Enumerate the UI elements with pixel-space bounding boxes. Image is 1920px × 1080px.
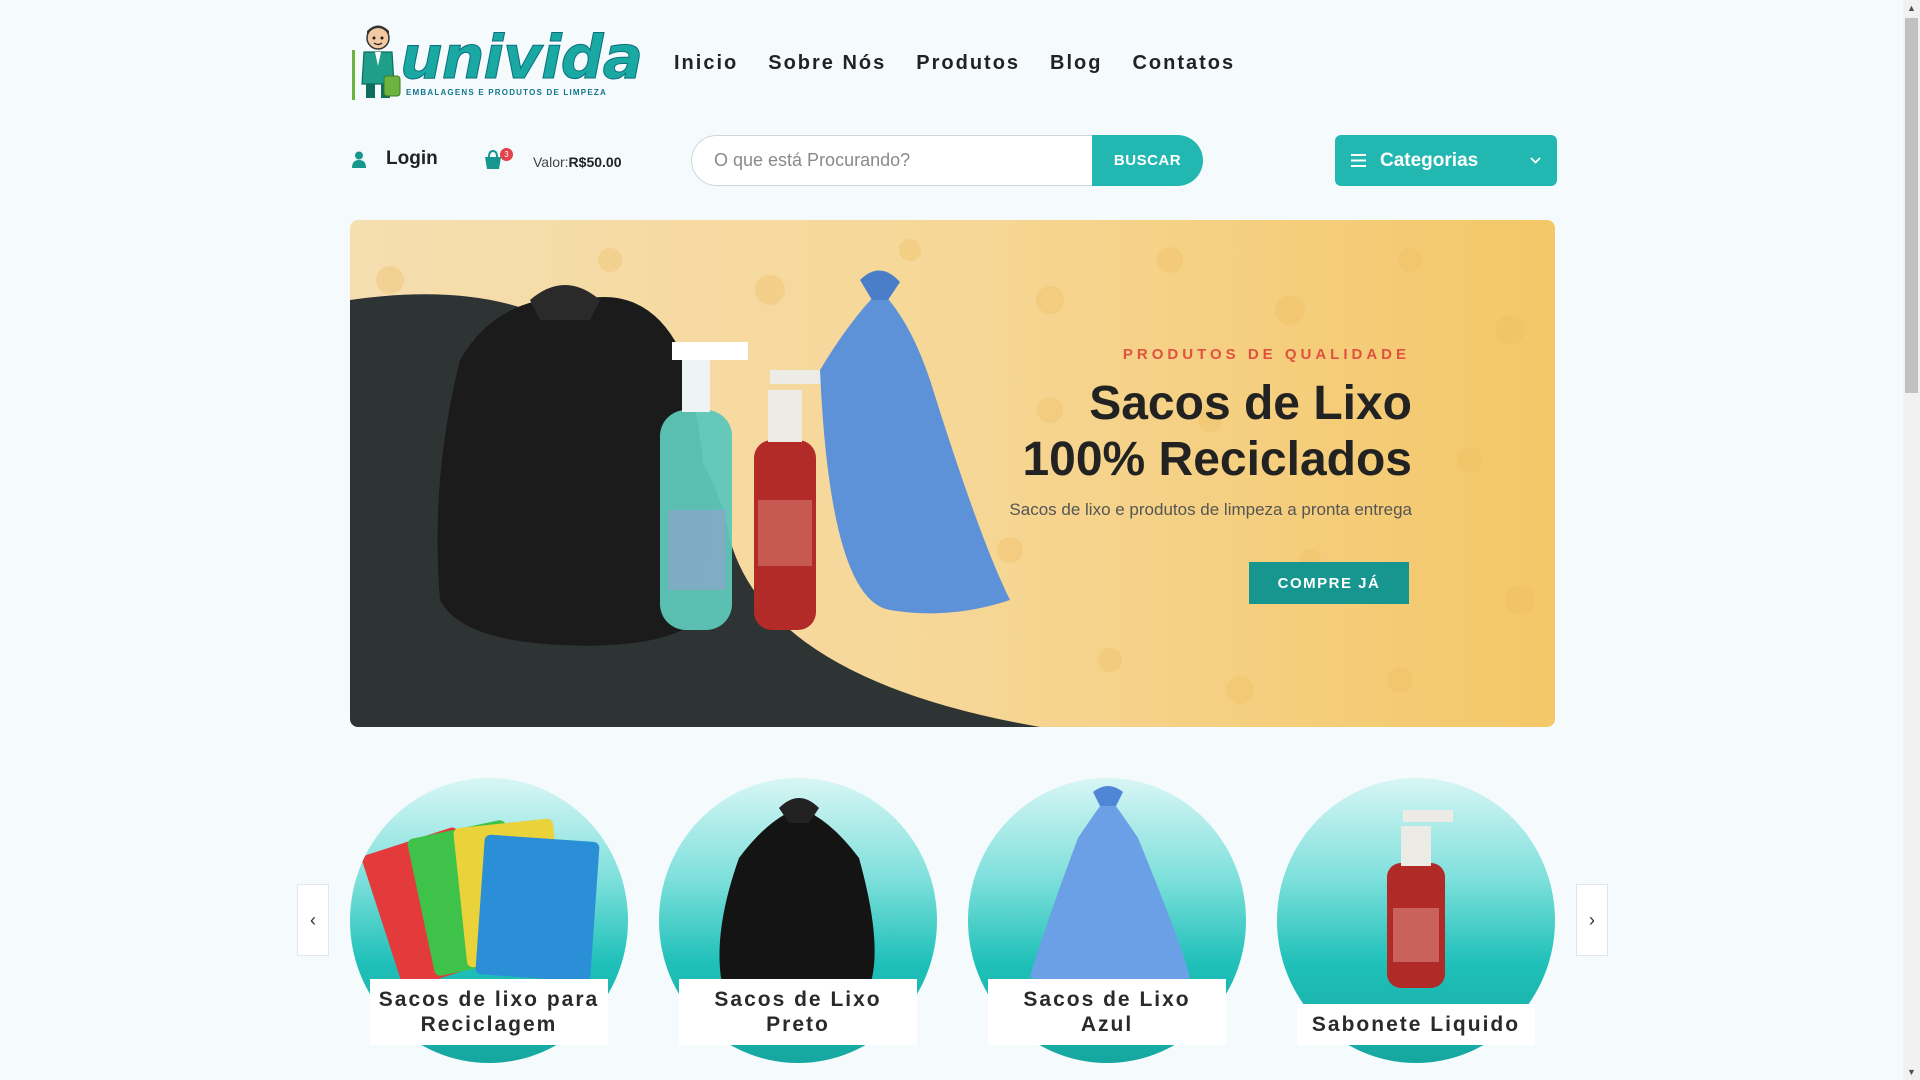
categories-label: Categorias	[1380, 149, 1479, 171]
category-label: Sacos de lixo para Reciclagem	[370, 979, 608, 1045]
category-label-line-1: Sacos de lixo para	[378, 988, 600, 1011]
logo-tagline: EMBALAGENS E PRODUTOS DE LIMPEZA	[406, 88, 607, 97]
hero-product-image	[350, 270, 1040, 727]
logo-wordmark: univida	[399, 23, 643, 93]
main-nav: Inicio Sobre Nós Produtos Blog Contatos	[674, 52, 1235, 75]
category-label: Sabonete Liquido	[1297, 1004, 1535, 1045]
category-label: Sacos de Lixo Preto	[679, 979, 917, 1045]
cart-value-amount: R$50.00	[568, 154, 622, 170]
search-bar: BUSCAR	[691, 135, 1203, 186]
hero-subtitle: Sacos de lixo e produtos de limpeza a pr…	[1009, 500, 1412, 519]
page-scrollbar[interactable]: ▲ ▼	[1903, 0, 1920, 1080]
scroll-down-arrow-icon[interactable]: ▼	[1903, 1064, 1920, 1080]
nav-link-sobre-nos[interactable]: Sobre Nós	[768, 52, 886, 75]
user-icon	[352, 151, 366, 168]
category-label-line-1: Sabonete Liquido	[1311, 1013, 1521, 1036]
hero-kicker: PRODUTOS DE QUALIDADE	[1122, 346, 1410, 363]
carousel-prev-button[interactable]: ‹	[297, 884, 329, 956]
nav-link-contatos[interactable]: Contatos	[1132, 52, 1235, 75]
nav-link-inicio[interactable]: Inicio	[674, 52, 738, 75]
category-label: Sacos de Lixo Azul	[988, 979, 1226, 1045]
nav-link-produtos[interactable]: Produtos	[916, 52, 1020, 75]
hero-banner: PRODUTOS DE QUALIDADE Sacos de Lixo 100%…	[350, 220, 1555, 727]
hero-title: Sacos de Lixo 100% Reciclados	[1022, 376, 1412, 488]
category-label-line-1: Sacos de Lixo Preto	[714, 988, 882, 1036]
cart-value: Valor:R$50.00	[533, 154, 621, 170]
carousel-next-button[interactable]: ›	[1576, 884, 1608, 956]
menu-icon	[1351, 154, 1366, 167]
search-input[interactable]	[691, 135, 1092, 186]
mascot-icon	[352, 25, 401, 100]
category-card-reciclagem[interactable]: Sacos de lixo para Reciclagem	[350, 778, 628, 1063]
category-card-sabonete[interactable]: Sabonete Liquido	[1277, 778, 1555, 1063]
scrollbar-thumb[interactable]	[1905, 18, 1918, 393]
categories-dropdown[interactable]: Categorias	[1335, 135, 1557, 186]
login-link[interactable]: Login	[352, 148, 438, 170]
chevron-down-icon	[1530, 157, 1541, 164]
nav-link-blog[interactable]: Blog	[1050, 52, 1102, 75]
scroll-up-arrow-icon[interactable]: ▲	[1903, 0, 1920, 16]
cart-button[interactable]: 3	[482, 148, 513, 172]
category-card-lixo-azul[interactable]: Sacos de Lixo Azul	[968, 778, 1246, 1063]
cart-value-label: Valor:	[533, 154, 569, 170]
buy-now-button[interactable]: COMPRE JÁ	[1249, 562, 1409, 604]
category-card-lixo-preto[interactable]: Sacos de Lixo Preto	[659, 778, 937, 1063]
cart-count-badge: 3	[500, 148, 513, 161]
category-label-line-1: Sacos de Lixo Azul	[1023, 988, 1191, 1036]
hero-title-line-1: Sacos de Lixo	[1089, 377, 1412, 430]
hero-title-line-2: 100% Reciclados	[1022, 433, 1412, 486]
category-label-line-2: Reciclagem	[420, 1013, 558, 1036]
login-label: Login	[386, 148, 438, 169]
site-logo[interactable]: univida EMBALAGENS E PRODUTOS DE LIMPEZA	[350, 22, 644, 102]
search-button[interactable]: BUSCAR	[1092, 135, 1203, 186]
